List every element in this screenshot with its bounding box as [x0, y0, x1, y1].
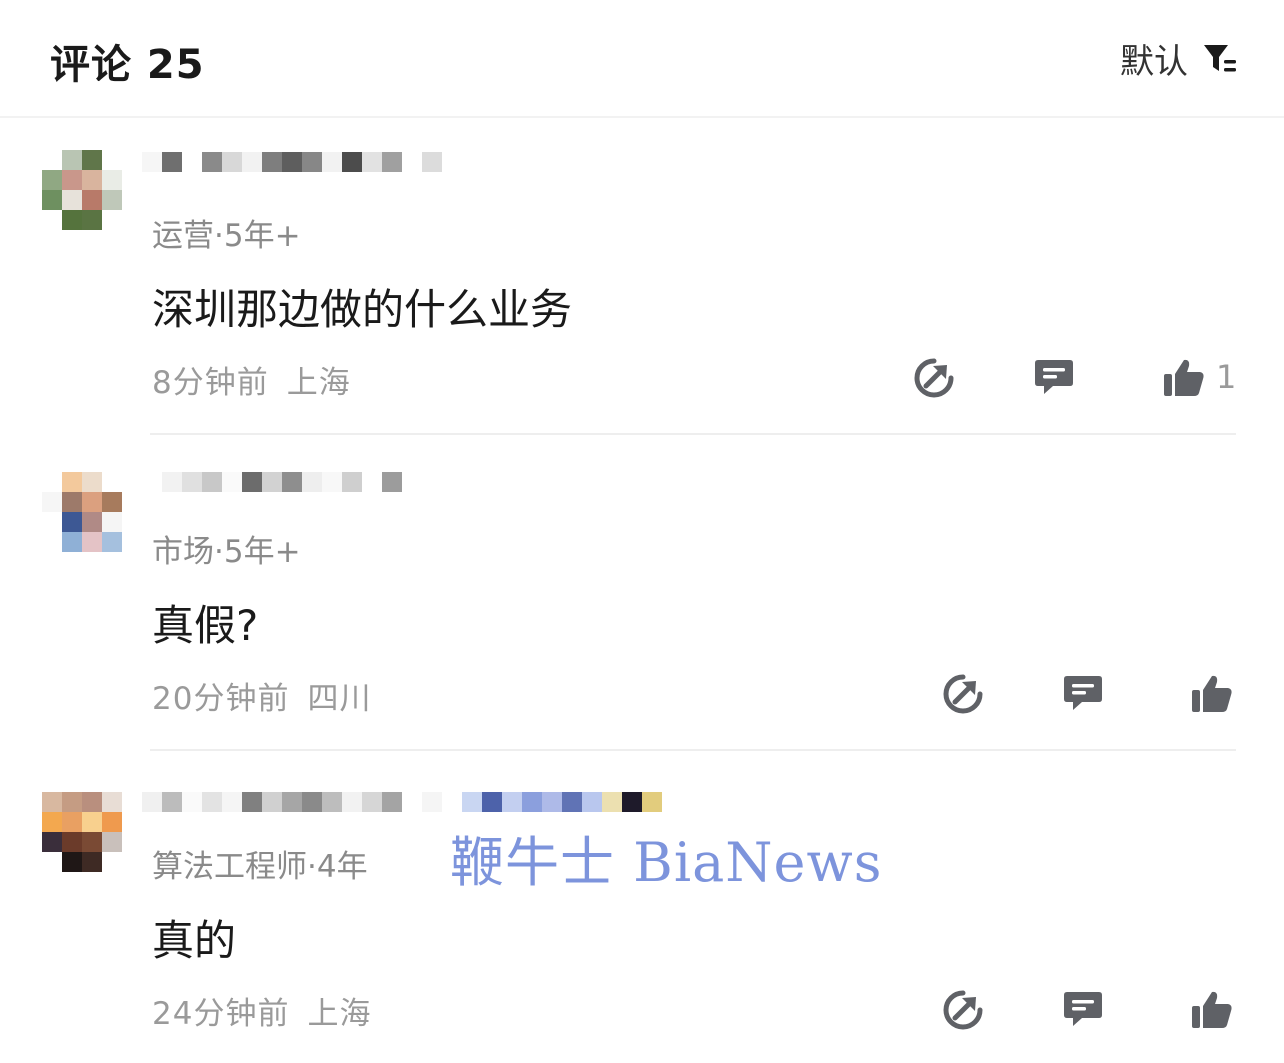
- comment-time: 8分钟前: [152, 365, 269, 401]
- divider: [150, 433, 1236, 435]
- thumbs-up-icon[interactable]: [1190, 672, 1234, 716]
- user-role-tag: 算法工程师·4年: [152, 849, 368, 885]
- avatar[interactable]: [42, 150, 122, 230]
- comments-header: 评论 25 默认: [0, 0, 1284, 118]
- watermark-logo: 鞭牛士 BiaNews: [450, 831, 883, 894]
- comment-icon[interactable]: [1061, 988, 1105, 1032]
- comment-time: 20分钟前: [152, 681, 290, 717]
- comment-meta: 24分钟前 上海: [152, 988, 371, 1033]
- share-icon[interactable]: [912, 356, 956, 400]
- comment-location: 上海: [307, 996, 372, 1032]
- comment-location: 上海: [286, 365, 351, 401]
- share-icon[interactable]: [941, 988, 985, 1032]
- divider: [150, 749, 1236, 751]
- filter-icon: [1204, 44, 1236, 71]
- thumbs-up-icon[interactable]: [1162, 356, 1206, 400]
- comment-text: 深圳那边做的什么业务: [152, 285, 573, 334]
- comment-text: 真假?: [152, 601, 259, 650]
- username-blurred[interactable]: [142, 152, 442, 192]
- comment-text: 真的: [152, 916, 237, 965]
- comment-meta: 20分钟前 四川: [152, 673, 371, 718]
- thumbs-up-icon[interactable]: [1190, 988, 1234, 1032]
- like-count: 1: [1216, 358, 1237, 396]
- avatar[interactable]: [42, 472, 122, 552]
- username-blurred[interactable]: [142, 472, 402, 512]
- user-role-tag: 市场·5年+: [152, 534, 301, 570]
- sort-dropdown[interactable]: 默认: [1120, 34, 1238, 83]
- share-icon[interactable]: [941, 672, 985, 716]
- comment-meta: 8分钟前 上海: [152, 357, 351, 402]
- comment-location: 四川: [307, 681, 372, 717]
- avatar[interactable]: [42, 792, 122, 872]
- user-role-tag: 运营·5年+: [152, 218, 301, 254]
- comment-icon[interactable]: [1061, 672, 1105, 716]
- comment-icon[interactable]: [1032, 356, 1076, 400]
- sort-label: 默认: [1120, 42, 1188, 82]
- comments-count-title: 评论 25: [50, 42, 205, 88]
- comment-time: 24分钟前: [152, 996, 290, 1032]
